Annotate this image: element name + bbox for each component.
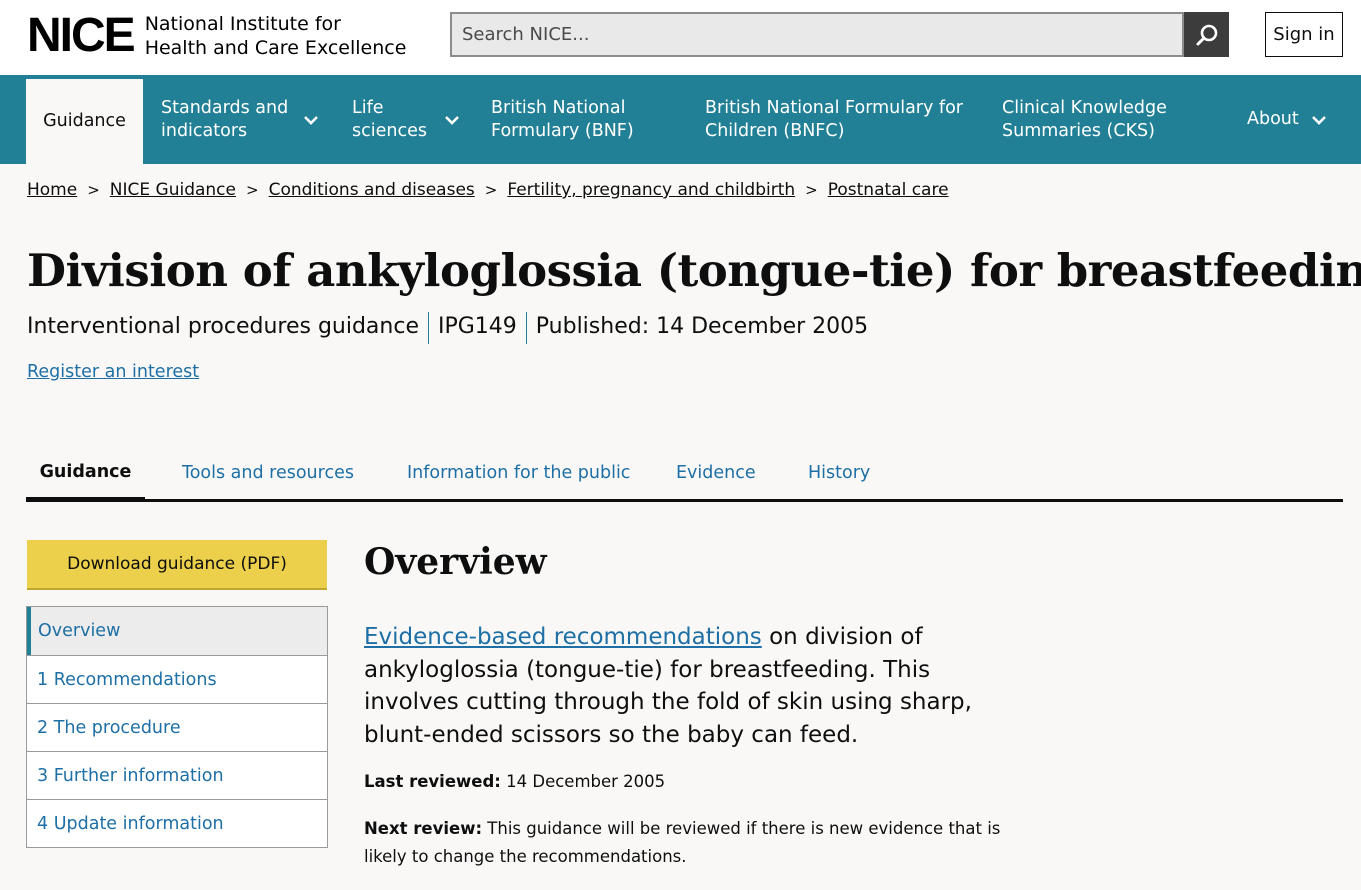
nav-item-standards[interactable]: Standards and indicators [161,75,321,164]
last-reviewed-label: Last reviewed: [364,772,501,791]
logo-mark: NICE [27,9,136,62]
breadcrumb-home[interactable]: Home [27,180,77,200]
chapter-recommendations[interactable]: 1 Recommendations [27,655,327,703]
logo-line-1: National Institute for [144,13,341,35]
logo-line-2: Health and Care Excellence [144,37,407,59]
nav-item-bnf[interactable]: British National Formulary (BNF) [491,75,661,164]
guidance-tabs: Guidance Tools and resources Information… [26,446,1343,502]
breadcrumb-fertility[interactable]: Fertility, pregnancy and childbirth [507,180,795,200]
register-interest-link[interactable]: Register an interest [27,362,199,382]
chapter-overview[interactable]: Overview [27,607,327,655]
search-bar [450,12,1229,57]
breadcrumb-nice-guidance[interactable]: NICE Guidance [110,180,236,200]
guidance-meta: Interventional procedures guidance IPG14… [27,312,868,344]
meta-divider [525,312,527,344]
nav-label: British National Formulary (BNF) [491,97,634,141]
site-header: NICE National Institute for Health and C… [0,0,1361,75]
next-review: Next review: This guidance will be revie… [364,815,1024,871]
tab-guidance[interactable]: Guidance [26,446,145,502]
chapter-further-information[interactable]: 3 Further information [27,751,327,799]
last-reviewed: Last reviewed: 14 December 2005 [364,768,1024,796]
nav-item-guidance[interactable]: Guidance [26,79,143,164]
chapter-nav: Overview 1 Recommendations 2 The procedu… [26,606,328,848]
nav-label: About [1247,109,1299,129]
nav-item-cks[interactable]: Clinical Knowledge Summaries (CKS) [1002,75,1192,164]
evidence-recommendations-link[interactable]: Evidence-based recommendations [364,624,762,650]
tab-information-public[interactable]: Information for the public [407,446,630,499]
overview-lead: Evidence-based recommendations on divisi… [364,621,1014,751]
published-date: Published: 14 December 2005 [535,314,869,339]
tab-tools-resources[interactable]: Tools and resources [182,446,354,499]
tab-evidence[interactable]: Evidence [676,446,756,499]
breadcrumb-postnatal[interactable]: Postnatal care [828,180,949,200]
meta-divider [427,312,429,344]
nav-item-about[interactable]: About [1247,75,1337,164]
main-nav: Guidance Standards and indicators Life s… [0,75,1361,164]
sign-in-button[interactable]: Sign in [1265,12,1343,57]
search-button[interactable] [1184,12,1229,57]
chevron-down-icon [303,114,319,126]
nav-label: Standards and indicators [161,97,289,141]
overview-heading: Overview [364,541,547,583]
logo-text: National Institute for Health and Care E… [145,12,407,60]
last-reviewed-value: 14 December 2005 [500,772,666,791]
guidance-code: IPG149 [437,314,517,339]
next-review-label: Next review: [364,819,483,838]
breadcrumb: Home > NICE Guidance > Conditions and di… [27,180,949,200]
chevron-right-icon: > [87,181,100,199]
chevron-right-icon: > [246,181,259,199]
chevron-right-icon: > [484,181,498,199]
guidance-type: Interventional procedures guidance [27,314,419,339]
breadcrumb-conditions[interactable]: Conditions and diseases [269,180,475,200]
nav-item-life-sciences[interactable]: Life sciences [352,75,462,164]
nav-label: Clinical Knowledge Summaries (CKS) [1002,97,1167,141]
chapter-procedure[interactable]: 2 The procedure [27,703,327,751]
search-input[interactable] [450,12,1184,57]
chevron-right-icon: > [805,181,818,199]
page-title: Division of ankyloglossia (tongue-tie) f… [27,244,1361,297]
nav-item-bnfc[interactable]: British National Formulary for Children … [705,75,965,164]
tab-history[interactable]: History [808,446,870,499]
nav-label: British National Formulary for Children … [705,97,963,141]
download-pdf-button[interactable]: Download guidance (PDF) [27,540,327,588]
chevron-down-icon [444,114,460,126]
nice-logo[interactable]: NICE National Institute for Health and C… [27,12,406,60]
nav-label: Life sciences [352,97,427,141]
chevron-down-icon [1311,114,1327,126]
search-icon [1196,24,1217,45]
nav-label: Guidance [43,111,126,131]
chapter-update-information[interactable]: 4 Update information [27,799,327,847]
